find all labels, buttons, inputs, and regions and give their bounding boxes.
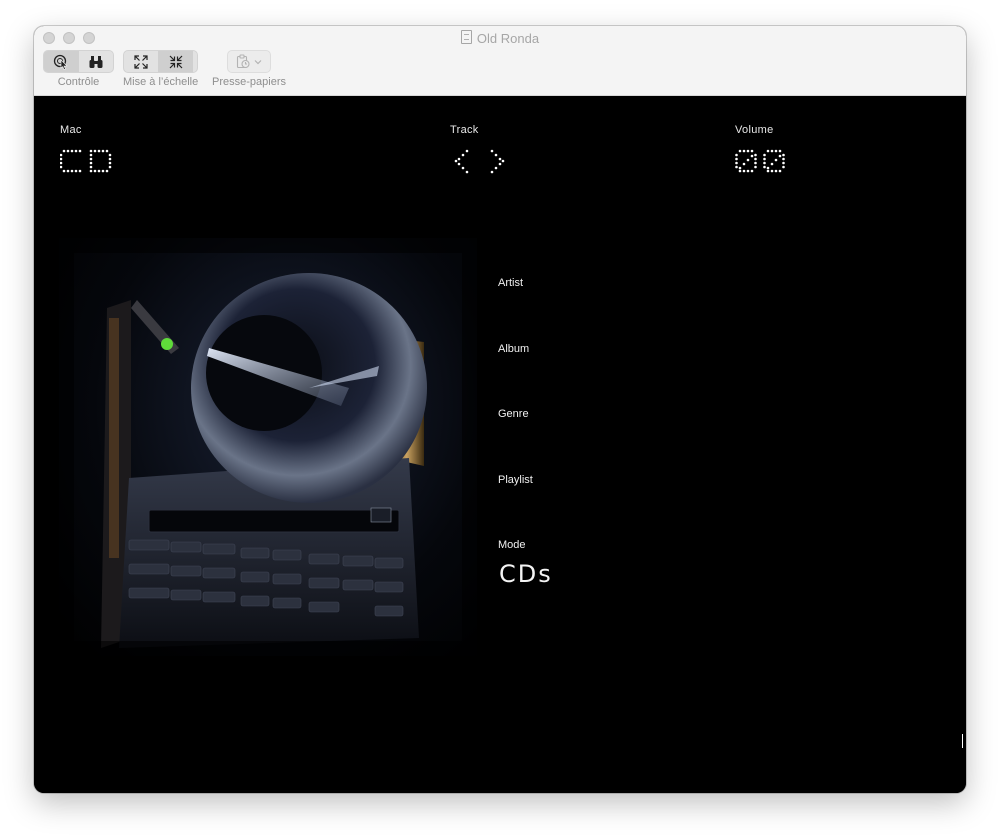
mode-value[interactable]: CDs <box>499 560 553 588</box>
scale-to-fit-button[interactable] <box>124 51 158 72</box>
track-label: Track <box>450 124 479 136</box>
actual-size-button[interactable] <box>158 51 193 72</box>
pointer-control-button[interactable] <box>44 51 78 72</box>
player-view: Mac Track Volume Artist Album Genre Play… <box>34 96 966 793</box>
control-label: Contrôle <box>57 76 100 88</box>
artist-label: Artist <box>498 277 524 289</box>
scale-label: Mise à l’échelle <box>123 76 199 88</box>
scale-group: Mise à l’échelle <box>123 50 199 88</box>
binoculars-icon <box>89 55 103 68</box>
window-title: Old Ronda <box>34 30 966 46</box>
mac-label: Mac <box>60 124 82 136</box>
pointer-icon <box>53 54 68 70</box>
clipboard-group: Presse-papiers <box>210 50 288 88</box>
observe-button[interactable] <box>78 51 113 72</box>
document-icon <box>460 30 472 44</box>
mac-display <box>60 149 112 173</box>
track-display[interactable] <box>454 148 510 176</box>
playlist-label: Playlist <box>498 474 533 486</box>
clipboard-button[interactable] <box>227 50 271 73</box>
volume-label: Volume <box>735 124 774 136</box>
cd-player-photo <box>59 238 477 656</box>
control-group: Contrôle <box>43 50 114 88</box>
app-window: Old Ronda Contrôle Mise à l’échelle Pres… <box>34 26 966 793</box>
album-label: Album <box>498 343 530 355</box>
genre-label: Genre <box>498 408 529 420</box>
title-bar: Old Ronda Contrôle Mise à l’échelle Pres… <box>34 26 966 96</box>
album-art <box>59 238 477 656</box>
next-track-icon[interactable] <box>490 149 505 174</box>
clipboard-icon <box>236 54 250 69</box>
chevron-down-icon <box>254 59 262 64</box>
volume-display[interactable] <box>735 148 795 176</box>
clipboard-label: Presse-papiers <box>212 76 286 88</box>
expand-icon <box>134 54 148 69</box>
mode-label: Mode <box>498 539 526 551</box>
shrink-icon <box>169 55 183 68</box>
previous-track-icon[interactable] <box>454 149 469 174</box>
text-cursor-icon <box>962 734 966 748</box>
